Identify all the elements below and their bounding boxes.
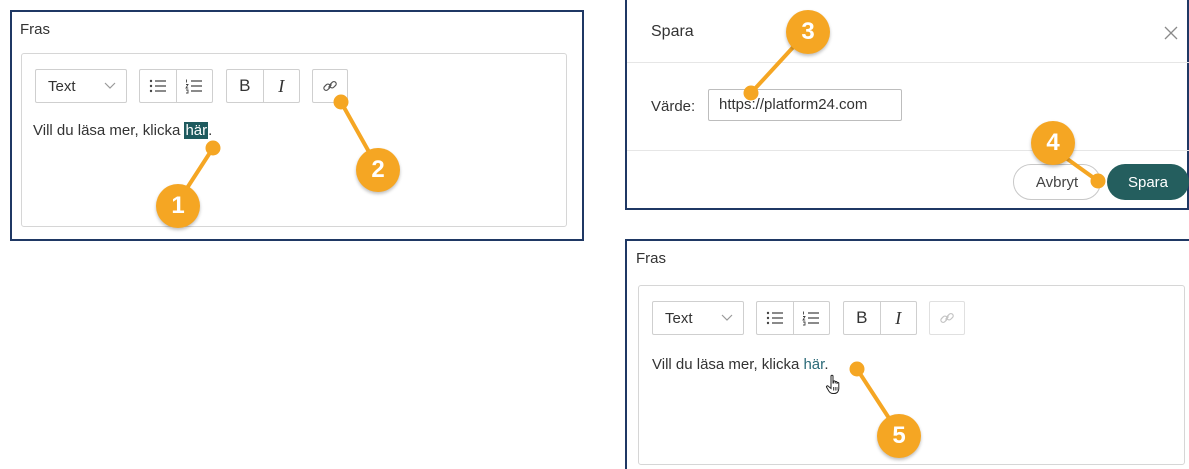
link-icon [323,80,337,91]
italic-button[interactable]: I [879,302,917,334]
numbered-list-icon [185,79,203,94]
link-button[interactable] [929,301,965,335]
hyperlink[interactable]: här [803,356,824,373]
format-buttons: B I [226,69,300,103]
field-label-fras: Fras [636,250,666,267]
bullet-list-icon [149,79,166,93]
url-input[interactable]: https://platform24.com [708,89,902,121]
body-text-prefix: Vill du läsa mer, klicka [33,122,185,139]
callout-badge-4: 4 [1031,121,1075,165]
body-text-prefix: Vill du läsa mer, klicka [652,356,804,373]
selected-text[interactable]: här [184,122,209,139]
body-text-suffix: . [208,122,213,139]
italic-icon: I [278,75,285,96]
callout-badge-2: 2 [356,148,400,192]
format-select-value: Text [48,77,76,95]
body-text-suffix: . [824,356,829,373]
italic-icon: I [895,307,902,328]
bold-icon: B [856,308,868,327]
callout-badge-3: 3 [786,10,830,54]
numbered-list-button[interactable] [175,70,213,102]
link-dialog: Spara Värde: https://platform24.com Avbr… [625,0,1189,210]
bold-button[interactable]: B [844,302,880,334]
format-select[interactable]: Text [35,69,127,103]
chevron-down-icon [104,82,116,89]
dialog-footer-divider [627,150,1189,151]
editor-body-text[interactable]: Vill du läsa mer, klicka här. [33,122,212,139]
bold-button[interactable]: B [227,70,263,102]
callout-badge-5: 5 [877,414,921,458]
hand-cursor-icon [825,374,840,394]
editor-body-text[interactable]: Vill du läsa mer, klicka här. [652,356,828,373]
dialog-header-divider [627,62,1189,63]
dialog-title: Spara [651,23,694,40]
list-buttons [139,69,213,103]
italic-button[interactable]: I [262,70,300,102]
format-buttons: B I [843,301,917,335]
field-label-fras: Fras [20,21,50,38]
bullet-list-button[interactable] [140,70,176,102]
save-button[interactable]: Spara [1107,164,1189,200]
bullet-list-button[interactable] [757,302,793,334]
format-select[interactable]: Text [652,301,744,335]
callout-badge-1: 1 [156,184,200,228]
editor-panel-top: Fras Text B I Vill du läsa mer, klicka h… [10,10,584,241]
numbered-list-icon [802,311,820,326]
list-buttons [756,301,830,335]
value-label: Värde: [651,98,696,115]
rich-text-editor[interactable]: Text B I Vill du läsa mer, klicka här. [21,53,567,227]
cancel-button[interactable]: Avbryt [1013,164,1101,200]
close-icon[interactable] [1163,25,1179,41]
format-select-value: Text [665,309,693,327]
link-icon [940,312,954,323]
link-button[interactable] [312,69,348,103]
chevron-down-icon [721,314,733,321]
bullet-list-icon [766,311,783,325]
bold-icon: B [239,76,251,95]
numbered-list-button[interactable] [792,302,830,334]
